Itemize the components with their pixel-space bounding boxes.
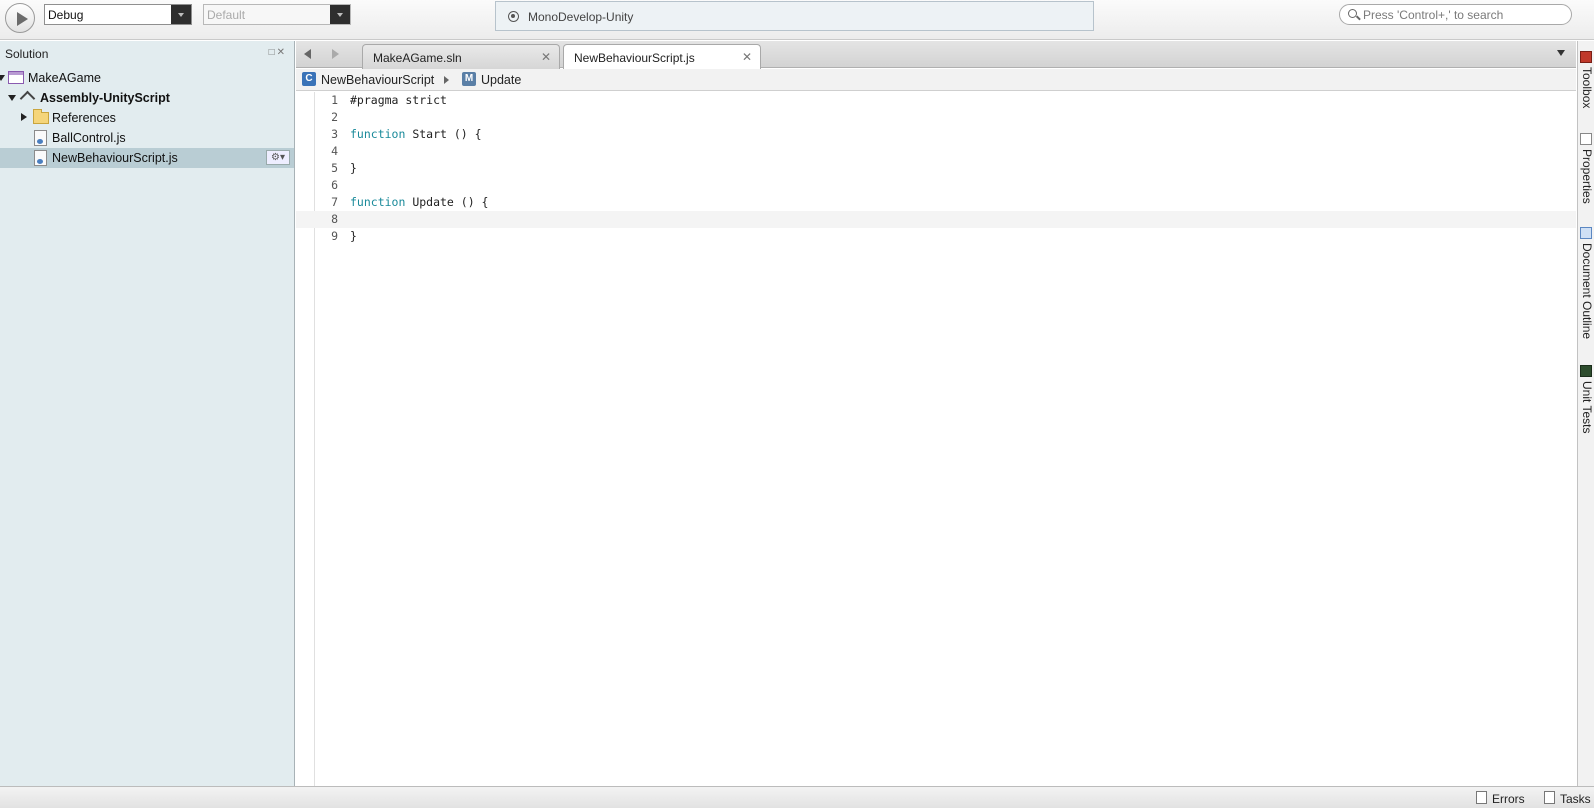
line-number: 7 [331, 195, 338, 209]
code-text: } [350, 229, 357, 243]
toolbox-icon [1580, 51, 1592, 63]
play-icon [17, 12, 28, 26]
dock-label: Toolbox [1580, 67, 1594, 109]
errors-label: Errors [1492, 792, 1525, 806]
tasks-label: Tasks [1560, 792, 1591, 806]
line-number: 4 [331, 144, 338, 158]
close-icon[interactable]: ✕ [742, 50, 752, 64]
solution-pad: Solution □✕ MakeAGame Assembly-UnityScri… [0, 41, 295, 786]
errors-pad-button[interactable]: Errors [1476, 790, 1536, 807]
keyword-token: function [350, 127, 406, 141]
class-icon: C [302, 72, 316, 86]
breadcrumb-member[interactable]: Update [481, 73, 521, 87]
status-indicator-icon [508, 11, 519, 22]
platform-select[interactable]: Default [203, 4, 351, 25]
tree-item-label: NewBehaviourScript.js [52, 151, 178, 165]
tree-item-label: References [52, 111, 116, 125]
folder-icon [33, 109, 49, 124]
code-line[interactable]: 5 } [296, 160, 1576, 177]
solution-icon [8, 71, 24, 84]
code-line-current[interactable]: 8 [296, 211, 1576, 228]
project-icon [21, 91, 35, 105]
tree-item-newbehaviourscript[interactable]: NewBehaviourScript.js ⚙▾ [0, 148, 294, 168]
code-text: #pragma strict [350, 93, 447, 107]
expander-closed-icon[interactable] [21, 113, 27, 121]
tree-item-label: Assembly-UnityScript [40, 91, 170, 105]
unit-tests-icon [1580, 365, 1592, 377]
build-config-value: Debug [48, 8, 84, 22]
status-bar: Errors Tasks [0, 786, 1594, 808]
line-number: 8 [331, 212, 338, 226]
tab-makeagame-sln[interactable]: MakeAGame.sln ✕ [362, 44, 560, 69]
line-number: 9 [331, 229, 338, 243]
breadcrumb-separator-icon [444, 76, 449, 84]
dock-label: Unit Tests [1580, 381, 1594, 434]
gear-icon[interactable]: ⚙▾ [266, 150, 290, 165]
document-tabbar: MakeAGame.sln ✕ NewBehaviourScript.js ✕ [296, 41, 1576, 69]
tab-label: MakeAGame.sln [373, 51, 462, 65]
close-icon[interactable]: ✕ [541, 50, 551, 64]
document-outline-icon [1580, 227, 1592, 239]
line-number: 1 [331, 93, 338, 107]
build-config-select[interactable]: Debug [44, 4, 192, 25]
run-button[interactable] [5, 3, 35, 33]
code-line[interactable]: 7 function Update () { [296, 194, 1576, 211]
code-text: function Start () { [350, 126, 482, 143]
right-dock-bar: Toolbox Properties Document Outline Unit… [1577, 41, 1594, 786]
platform-value: Default [207, 8, 246, 22]
line-number: 6 [331, 178, 338, 192]
status-area: MonoDevelop-Unity [495, 1, 1094, 31]
search-box[interactable] [1339, 4, 1572, 25]
script-file-icon [34, 150, 47, 166]
search-input[interactable] [1363, 7, 1563, 22]
navigate-forward-icon[interactable] [332, 49, 339, 59]
line-number: 3 [331, 127, 338, 141]
method-icon: M [462, 72, 476, 86]
code-text: } [350, 161, 357, 175]
close-icon[interactable]: ✕ [277, 47, 287, 58]
tree-item-ballcontrol[interactable]: BallControl.js [0, 128, 294, 148]
tab-overflow-icon[interactable] [1557, 50, 1565, 56]
code-editor[interactable]: 1 #pragma strict 2 3 function Start () {… [296, 92, 1576, 786]
tree-item-label: BallControl.js [52, 131, 126, 145]
chevron-down-icon[interactable] [330, 5, 350, 24]
tree-item-label: MakeAGame [28, 71, 101, 85]
script-file-icon [34, 130, 47, 146]
code-token: Update () { [405, 195, 489, 209]
keyword-token: function [350, 195, 406, 209]
status-text: MonoDevelop-Unity [528, 10, 634, 24]
pad-window-controls[interactable]: □✕ [269, 47, 287, 58]
tree-item-references[interactable]: References [0, 108, 294, 128]
code-line[interactable]: 1 #pragma strict [296, 92, 1576, 109]
tree-item-project[interactable]: Assembly-UnityScript [0, 88, 294, 108]
code-token: Start () { [405, 127, 482, 141]
tree-item-solution[interactable]: MakeAGame [0, 68, 294, 88]
dock-label: Document Outline [1580, 243, 1594, 340]
tab-label: NewBehaviourScript.js [574, 51, 695, 65]
expander-open-icon[interactable] [8, 95, 16, 101]
main-toolbar: Debug Default MonoDevelop-Unity [0, 0, 1594, 40]
code-line[interactable]: 4 [296, 143, 1576, 160]
dock-icon[interactable]: □ [269, 47, 277, 58]
code-line[interactable]: 9 } [296, 228, 1576, 245]
code-text: function Update () { [350, 194, 488, 211]
breadcrumb-class[interactable]: NewBehaviourScript [321, 73, 434, 87]
expander-open-icon[interactable] [0, 75, 5, 81]
line-number: 2 [331, 110, 338, 124]
dock-label: Properties [1580, 149, 1594, 204]
tasks-icon [1544, 791, 1555, 804]
search-icon [1348, 9, 1357, 18]
code-line[interactable]: 6 [296, 177, 1576, 194]
solution-pad-title: Solution [5, 47, 49, 61]
tasks-pad-button[interactable]: Tasks [1544, 790, 1592, 807]
line-number: 5 [331, 161, 338, 175]
errors-icon [1476, 791, 1487, 804]
code-line[interactable]: 3 function Start () { [296, 126, 1576, 143]
chevron-down-icon[interactable] [171, 5, 191, 24]
code-line[interactable]: 2 [296, 109, 1576, 126]
breadcrumb: C NewBehaviourScript M Update [296, 69, 1576, 91]
properties-icon [1580, 133, 1592, 145]
tab-newbehaviourscript-js[interactable]: NewBehaviourScript.js ✕ [563, 44, 761, 69]
navigate-back-icon[interactable] [304, 49, 311, 59]
